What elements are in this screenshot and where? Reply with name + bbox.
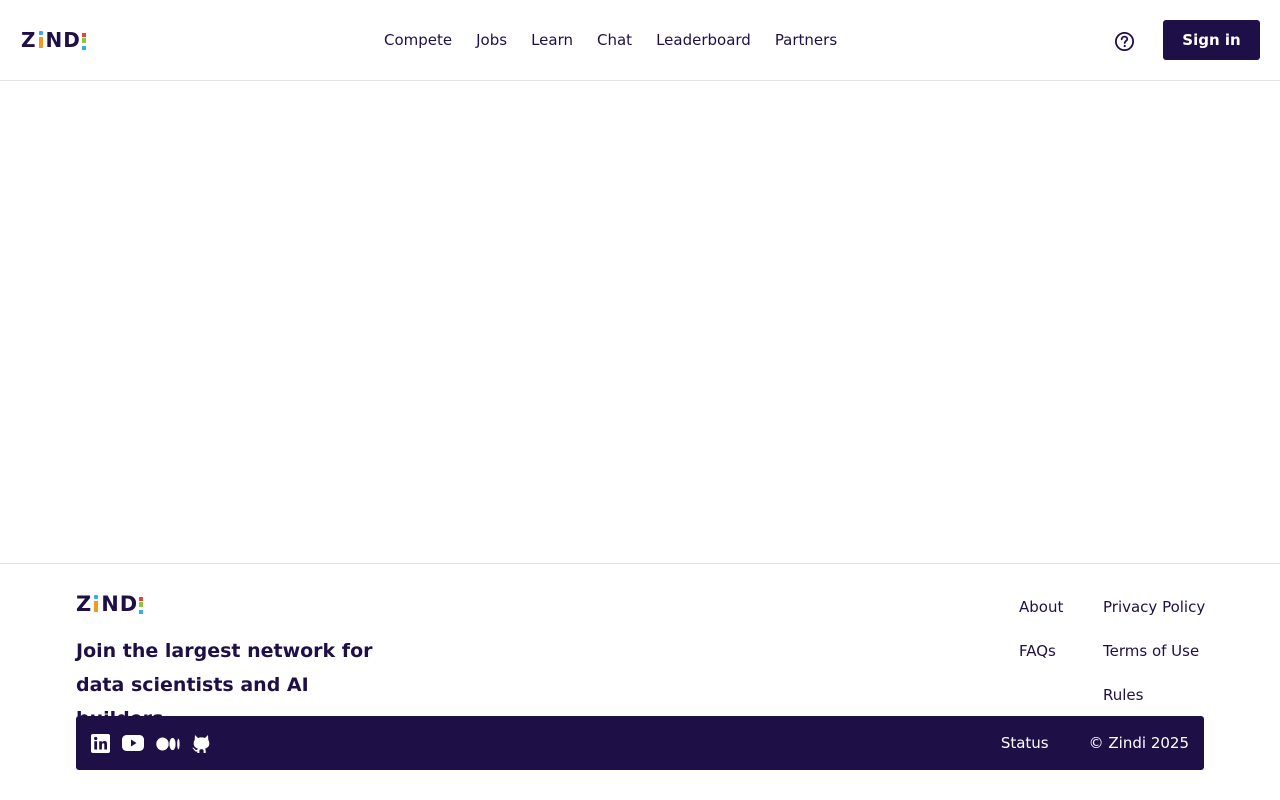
logo-i-glyph (37, 28, 46, 52)
footer-bottom-bar: Status © Zindi 2025 (76, 716, 1204, 770)
tagline-line-1: Join the largest network for (76, 640, 373, 662)
nav-leaderboard[interactable]: Leaderboard (656, 30, 751, 50)
youtube-icon[interactable] (122, 735, 144, 755)
question-circle-icon[interactable] (1114, 31, 1135, 52)
footer-zindi-logo[interactable]: Z ND (76, 592, 144, 616)
zindi-logo[interactable]: Z ND (21, 28, 87, 52)
nav-partners[interactable]: Partners (775, 30, 837, 50)
nav-compete[interactable]: Compete (384, 30, 452, 50)
logo-i-glyph (92, 592, 101, 616)
sign-in-button[interactable]: Sign in (1163, 20, 1260, 60)
footer-link-terms-of-use[interactable]: Terms of Use (1103, 641, 1205, 685)
nav-learn[interactable]: Learn (531, 30, 573, 50)
social-links (91, 733, 211, 757)
logo-bang-glyph (81, 28, 87, 52)
footer-link-about[interactable]: About (1019, 597, 1063, 641)
footer-links-col-1: About FAQs (1019, 597, 1063, 685)
main-nav: Compete Jobs Learn Chat Leaderboard Part… (384, 30, 837, 50)
footer-links-col-2: Privacy Policy Terms of Use Rules (1103, 597, 1205, 729)
status-link[interactable]: Status (1001, 733, 1049, 753)
footer-link-privacy-policy[interactable]: Privacy Policy (1103, 597, 1205, 641)
logo-bang-glyph (138, 592, 144, 616)
copyright-text: © Zindi 2025 (1088, 734, 1189, 752)
site-footer: Z ND Join the largest network for data s… (0, 563, 1280, 800)
nav-jobs[interactable]: Jobs (476, 30, 507, 50)
nav-chat[interactable]: Chat (597, 30, 632, 50)
github-icon[interactable] (192, 733, 211, 757)
medium-icon[interactable] (156, 736, 180, 755)
footer-link-faqs[interactable]: FAQs (1019, 641, 1063, 685)
footer-bar-right: Status © Zindi 2025 (1001, 733, 1189, 753)
linkedin-icon[interactable] (91, 733, 110, 757)
site-header: Z ND Compete Jobs Learn Chat Leaderboard… (0, 0, 1280, 81)
